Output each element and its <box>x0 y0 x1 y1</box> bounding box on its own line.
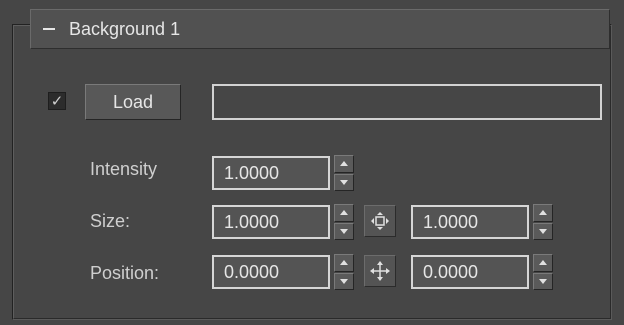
spin-up-icon[interactable] <box>334 204 354 222</box>
spin-down-icon[interactable] <box>533 222 553 240</box>
spin-down-icon[interactable] <box>334 272 354 290</box>
spin-down-icon[interactable] <box>334 222 354 240</box>
spin-down-icon[interactable] <box>334 173 354 191</box>
scale-lock-icon[interactable] <box>364 205 396 237</box>
spin-up-icon[interactable] <box>334 254 354 272</box>
minus-icon[interactable] <box>43 28 55 30</box>
size-y-field[interactable]: 1.0000 <box>411 205 529 239</box>
move-lock-icon[interactable] <box>364 255 396 287</box>
position-y-spinner[interactable] <box>533 254 553 290</box>
position-x-spinner[interactable] <box>334 254 354 290</box>
rollout-header[interactable]: Background 1 <box>30 9 610 49</box>
position-label: Position: <box>90 263 160 283</box>
file-path-field[interactable] <box>212 84 602 120</box>
intensity-label: Intensity <box>90 159 158 179</box>
size-x-field[interactable]: 1.0000 <box>212 205 330 239</box>
size-y-spinner[interactable] <box>533 204 553 240</box>
spin-up-icon[interactable] <box>533 254 553 272</box>
rollout-title: Background 1 <box>69 18 181 39</box>
spin-down-icon[interactable] <box>533 272 553 290</box>
position-y-field[interactable]: 0.0000 <box>411 255 529 289</box>
checkmark-icon: ✓ <box>50 92 64 110</box>
spin-up-icon[interactable] <box>334 155 354 173</box>
size-x-spinner[interactable] <box>334 204 354 240</box>
spin-up-icon[interactable] <box>533 204 553 222</box>
load-button[interactable]: Load <box>85 84 181 120</box>
intensity-spinner[interactable] <box>334 155 354 191</box>
size-label: Size: <box>90 211 131 231</box>
position-x-field[interactable]: 0.0000 <box>212 255 330 289</box>
enable-checkbox[interactable]: ✓ <box>48 92 66 110</box>
intensity-field[interactable]: 1.0000 <box>212 156 330 190</box>
